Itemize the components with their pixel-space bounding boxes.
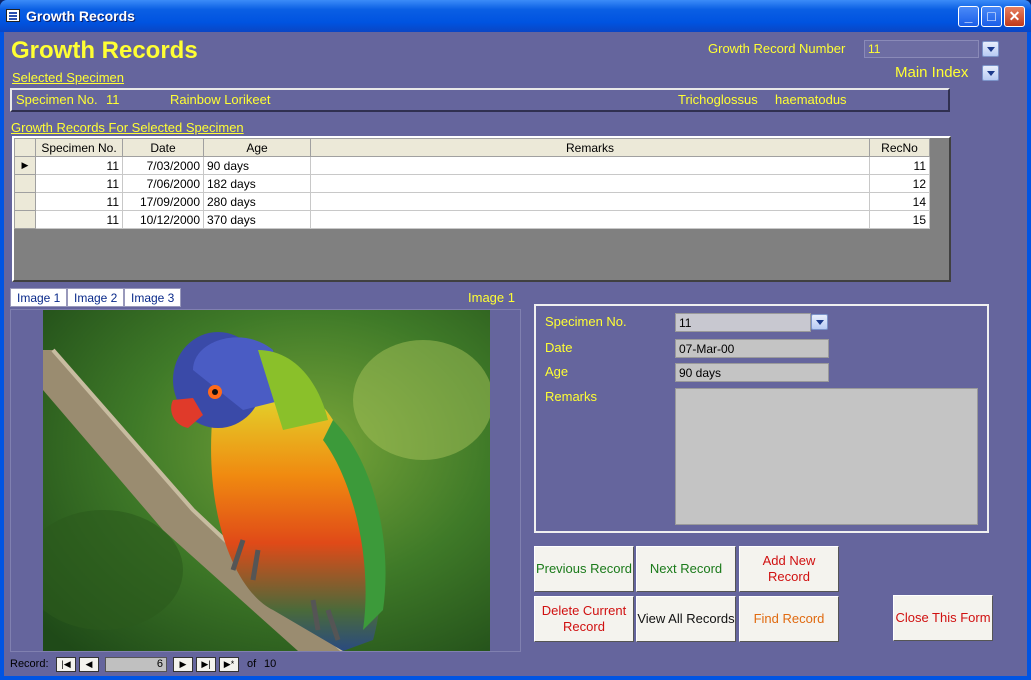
detail-age-label: Age: [545, 364, 569, 379]
column-header[interactable]: Date: [122, 138, 204, 157]
record-number-dropdown-button[interactable]: [982, 41, 999, 57]
table-row[interactable]: 11 17/09/2000 280 days 14: [14, 192, 930, 211]
main-index-dropdown-button[interactable]: [982, 65, 999, 81]
specimen-image-frame: [10, 309, 521, 652]
row-selector[interactable]: [14, 210, 36, 229]
cell-age[interactable]: 280 days: [203, 192, 311, 211]
main-index-label: Main Index: [895, 64, 969, 81]
column-header[interactable]: RecNo: [869, 138, 930, 157]
cell-recno[interactable]: 15: [869, 210, 930, 229]
detail-date-label: Date: [545, 340, 573, 355]
cell-date[interactable]: 10/12/2000: [122, 210, 204, 229]
page-title: Growth Records: [11, 37, 198, 64]
cell-date[interactable]: 7/06/2000: [122, 174, 204, 193]
cell-remarks[interactable]: [310, 210, 870, 229]
view-all-records-button[interactable]: View All Records: [636, 596, 736, 642]
current-record-input[interactable]: 6: [105, 657, 167, 672]
common-name: Rainbow Lorikeet: [170, 92, 271, 107]
form-icon: [6, 9, 20, 22]
minimize-button[interactable]: _: [958, 6, 979, 27]
current-row-indicator-icon[interactable]: ▶: [14, 156, 36, 175]
application-window: Growth Records _ □ ✕ Growth Records Grow…: [0, 0, 1031, 680]
cell-age[interactable]: 90 days: [203, 156, 311, 175]
cell-recno[interactable]: 11: [869, 156, 930, 175]
record-number-combo[interactable]: 11: [864, 40, 979, 58]
species: haematodus: [775, 92, 847, 107]
detail-age-field[interactable]: 90 days: [675, 363, 829, 382]
close-form-button[interactable]: Close This Form: [893, 595, 993, 641]
record-total: 10: [264, 658, 277, 670]
cell-remarks[interactable]: [310, 174, 870, 193]
detail-date-field[interactable]: 07-Mar-00: [675, 339, 829, 358]
row-selector[interactable]: [14, 174, 36, 193]
genus: Trichoglossus: [678, 92, 758, 107]
cell-specimen-no[interactable]: 11: [35, 174, 123, 193]
maximize-icon: □: [987, 8, 996, 24]
column-header[interactable]: Specimen No.: [35, 138, 123, 157]
cell-specimen-no[interactable]: 11: [35, 210, 123, 229]
detail-specimen-value: 11: [679, 316, 692, 330]
cell-remarks[interactable]: [310, 192, 870, 211]
record-nav-label: Record:: [10, 658, 49, 670]
table-row[interactable]: ▶ 11 7/03/2000 90 days 11: [14, 156, 930, 175]
record-navigation-bar: Record: |◀ ◀ 6 ▶ ▶| ▶* of 10: [4, 654, 1027, 676]
detail-specimen-dropdown-button[interactable]: [811, 314, 828, 330]
image-caption: Image 1: [468, 290, 515, 305]
table-row[interactable]: 11 10/12/2000 370 days 15: [14, 210, 930, 229]
new-record-icon[interactable]: ▶*: [219, 657, 239, 672]
growth-records-datasheet[interactable]: Specimen No. Date Age Remarks RecNo ▶ 11…: [12, 136, 951, 282]
window-title: Growth Records: [26, 8, 135, 24]
tab-image-1[interactable]: Image 1: [10, 288, 68, 307]
first-record-icon[interactable]: |◀: [56, 657, 76, 672]
record-number-value: 11: [868, 42, 881, 56]
cell-date[interactable]: 7/03/2000: [122, 156, 204, 175]
row-selector[interactable]: [14, 192, 36, 211]
next-record-button[interactable]: Next Record: [636, 546, 736, 592]
previous-record-button[interactable]: Previous Record: [534, 546, 634, 592]
cell-specimen-no[interactable]: 11: [35, 156, 123, 175]
cell-specimen-no[interactable]: 11: [35, 192, 123, 211]
detail-remarks-label: Remarks: [545, 389, 598, 404]
record-number-label: Growth Record Number: [708, 41, 846, 56]
detail-remarks-field[interactable]: [675, 388, 978, 525]
selected-specimen-box: Specimen No. 11 Rainbow Lorikeet Trichog…: [10, 88, 950, 112]
detail-specimen-combo[interactable]: 11: [675, 313, 811, 332]
tab-image-3[interactable]: Image 3: [124, 288, 182, 307]
cell-remarks[interactable]: [310, 156, 870, 175]
delete-current-record-button[interactable]: Delete Current Record: [534, 596, 634, 642]
minimize-icon: _: [964, 8, 973, 24]
growth-records-table: Specimen No. Date Age Remarks RecNo ▶ 11…: [14, 138, 930, 229]
cell-date[interactable]: 17/09/2000: [122, 192, 204, 211]
growth-records-heading: Growth Records For Selected Specimen: [11, 120, 244, 135]
last-record-icon[interactable]: ▶|: [196, 657, 216, 672]
form-body: Growth Records Growth Record Number 11 M…: [4, 32, 1027, 676]
close-window-button[interactable]: ✕: [1004, 6, 1025, 27]
previous-record-icon[interactable]: ◀: [79, 657, 99, 672]
record-detail-panel: Specimen No. 11 Date 07-Mar-00 Age 90 da…: [534, 304, 989, 533]
close-icon: ✕: [1008, 8, 1021, 24]
column-header[interactable]: Age: [203, 138, 311, 157]
table-row[interactable]: 11 7/06/2000 182 days 12: [14, 174, 930, 193]
maximize-button[interactable]: □: [981, 6, 1002, 27]
record-of-label: of: [247, 658, 257, 670]
column-header[interactable]: Remarks: [310, 138, 870, 157]
rainbow-lorikeet-photo: [43, 310, 490, 651]
next-record-icon[interactable]: ▶: [173, 657, 193, 672]
find-record-button[interactable]: Find Record: [739, 596, 839, 642]
row-selector-header: [14, 138, 36, 157]
specimen-no-value: 11: [106, 92, 120, 107]
table-header-row: Specimen No. Date Age Remarks RecNo: [14, 138, 930, 157]
title-bar: Growth Records _ □ ✕: [0, 0, 1031, 32]
add-new-record-button[interactable]: Add New Record: [739, 546, 839, 592]
tab-image-2[interactable]: Image 2: [67, 288, 125, 307]
detail-specimen-label: Specimen No.: [545, 314, 627, 329]
cell-age[interactable]: 370 days: [203, 210, 311, 229]
cell-recno[interactable]: 12: [869, 174, 930, 193]
specimen-no-label: Specimen No.: [16, 92, 98, 107]
selected-specimen-heading: Selected Specimen: [12, 70, 125, 85]
cell-age[interactable]: 182 days: [203, 174, 311, 193]
cell-recno[interactable]: 14: [869, 192, 930, 211]
